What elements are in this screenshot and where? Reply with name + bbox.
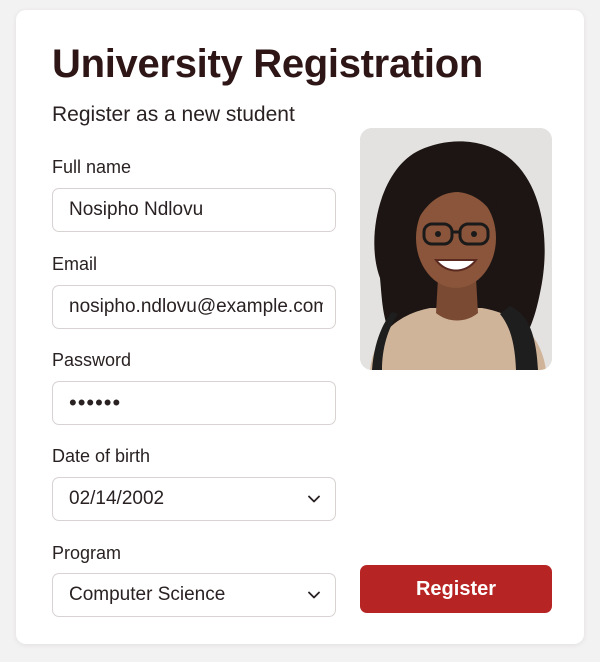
date-of-birth-label: Date of birth — [52, 446, 151, 466]
page-subtitle: Register as a new student — [52, 103, 295, 126]
date-of-birth-select[interactable]: 02/14/2002 — [52, 477, 336, 521]
page-title: University Registration — [52, 42, 483, 86]
full-name-field[interactable]: Nosipho Ndlovu — [52, 188, 336, 232]
full-name-label: Full name — [52, 157, 132, 177]
full-name-value: Nosipho Ndlovu — [69, 199, 204, 220]
email-label: Email — [52, 254, 98, 274]
date-of-birth-value: 02/14/2002 — [69, 488, 165, 509]
email-value: nosipho.ndlovu@example.com — [69, 296, 323, 317]
program-label: Program — [52, 543, 122, 563]
password-label: Password — [52, 350, 132, 370]
email-field[interactable]: nosipho.ndlovu@example.com — [52, 285, 336, 329]
password-value: •••••• — [69, 390, 122, 415]
profile-photo — [360, 128, 552, 370]
program-select[interactable]: Computer Science — [52, 573, 336, 617]
chevron-down-icon — [305, 490, 323, 508]
register-button[interactable]: Register — [360, 565, 552, 613]
program-value: Computer Science — [69, 584, 226, 605]
chevron-down-icon — [305, 586, 323, 604]
password-field[interactable]: •••••• — [52, 381, 336, 425]
